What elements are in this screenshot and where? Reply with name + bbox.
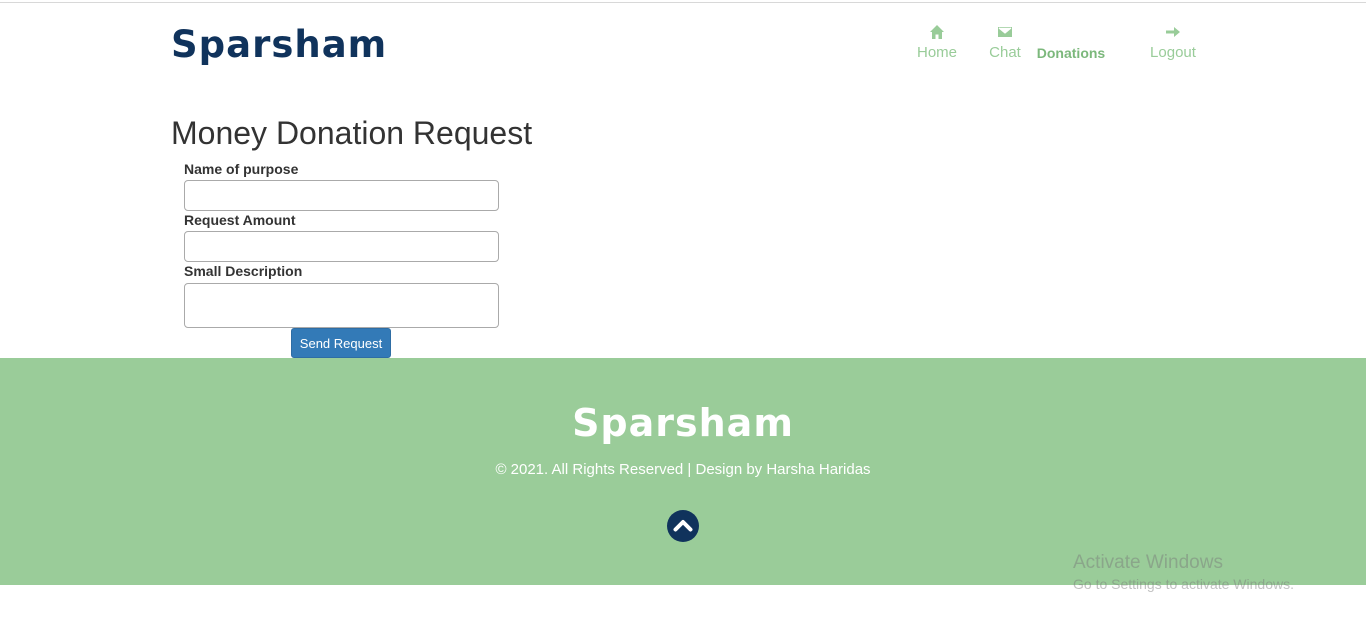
page-title: Money Donation Request [171, 115, 533, 151]
top-divider [0, 2, 1366, 3]
description-label: Small Description [184, 263, 303, 279]
nav-chat-label: Chat [989, 44, 1021, 61]
chevron-up-icon [673, 520, 693, 532]
nav-home-label: Home [916, 44, 957, 61]
site-logo[interactable]: Sparsham [171, 20, 387, 70]
nav-logout[interactable]: Logout [1147, 24, 1199, 62]
nav-chat[interactable]: Chat [985, 24, 1025, 62]
purpose-input[interactable] [184, 180, 499, 211]
nav-donations-label: Donations [1036, 45, 1106, 61]
footer: Sparsham © 2021. All Rights Reserved | D… [0, 358, 1366, 585]
amount-input[interactable] [184, 231, 499, 262]
scroll-to-top-button[interactable] [667, 510, 699, 542]
purpose-label: Name of purpose [184, 161, 299, 177]
footer-logo: Sparsham [572, 401, 794, 445]
description-textarea[interactable] [184, 283, 499, 328]
arrow-right-icon [1147, 24, 1199, 42]
footer-copyright: © 2021. All Rights Reserved | Design by … [495, 461, 871, 478]
amount-label: Request Amount [184, 212, 296, 228]
send-request-button[interactable]: Send Request [291, 328, 391, 358]
windows-activation-watermark: Activate Windows Go to Settings to activ… [1073, 552, 1294, 592]
nav-donations[interactable]: Donations [1036, 44, 1106, 62]
home-icon [914, 24, 960, 42]
nav-logout-label: Logout [1150, 44, 1196, 61]
watermark-title: Activate Windows [1073, 552, 1223, 573]
envelope-icon [985, 24, 1025, 42]
nav-home[interactable]: Home [914, 24, 960, 62]
watermark-subtitle: Go to Settings to activate Windows. [1073, 576, 1294, 592]
